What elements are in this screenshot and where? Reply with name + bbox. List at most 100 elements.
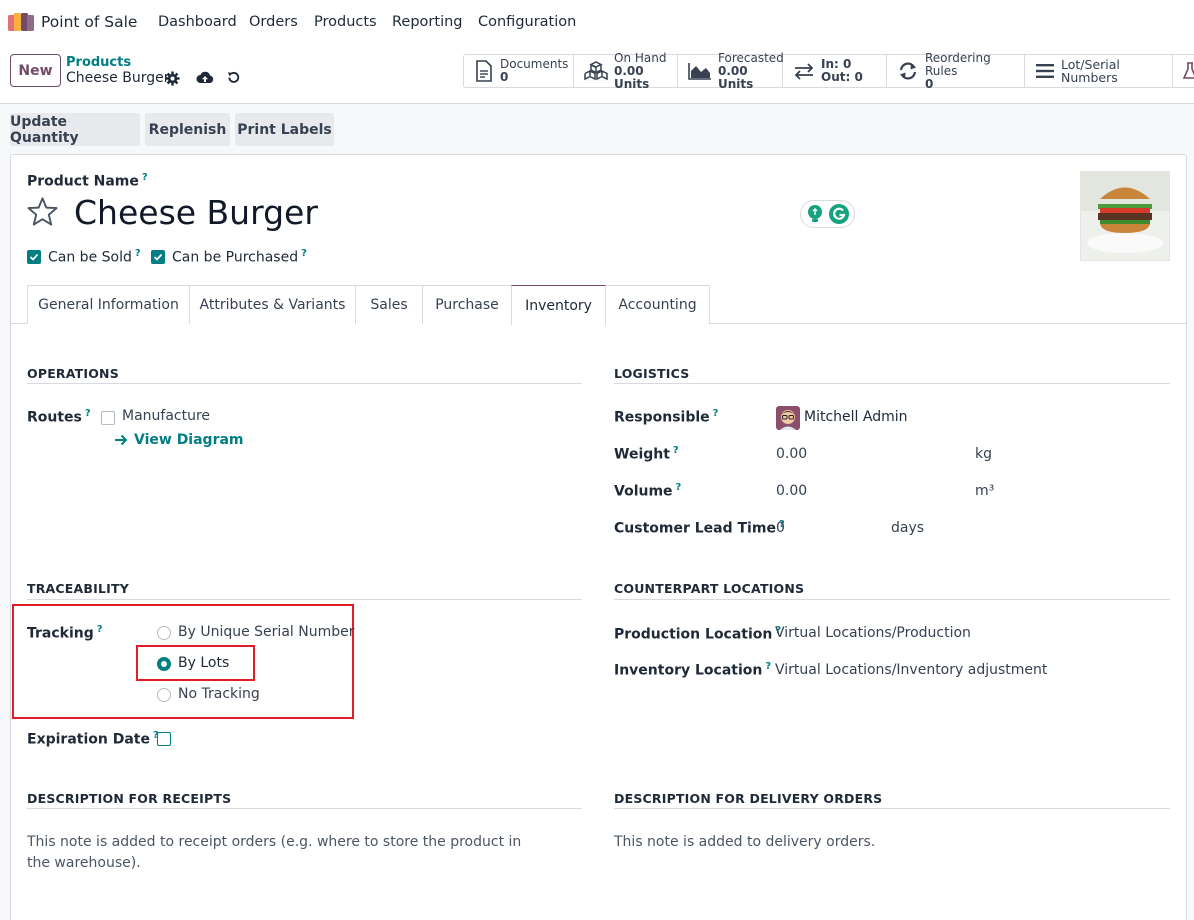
volume-label: Volume? — [614, 482, 682, 500]
production-location-label: Production Location? — [614, 625, 782, 643]
area-chart-icon — [688, 63, 711, 80]
app-name[interactable]: Point of Sale — [41, 13, 137, 31]
inventory-location-value[interactable]: Virtual Locations/Inventory adjustment — [775, 662, 1047, 678]
counterpart-section-title: COUNTERPART LOCATIONS — [614, 581, 805, 596]
receipts-description-field[interactable]: This note is added to receipt orders (e.… — [27, 832, 547, 874]
checkmark-icon — [29, 253, 39, 261]
help-icon: ? — [765, 661, 772, 672]
expiration-date-checkbox[interactable] — [157, 732, 171, 746]
checkmark-icon — [153, 253, 163, 261]
arrow-right-icon — [115, 434, 128, 446]
tab-sales[interactable]: Sales — [355, 285, 423, 324]
delivery-description-field[interactable]: This note is added to delivery orders. — [614, 832, 1154, 853]
tab-accounting[interactable]: Accounting — [605, 285, 710, 324]
on-hand-smart-button[interactable]: On Hand 0.00 Units — [574, 51, 678, 91]
stat-value: 0 — [500, 70, 509, 84]
receipts-description-title: DESCRIPTION FOR RECEIPTS — [27, 791, 232, 806]
help-icon: ? — [672, 445, 679, 456]
volume-unit: m³ — [975, 483, 995, 499]
stat-value: 0.00 Units — [614, 63, 650, 91]
tab-purchase[interactable]: Purchase — [422, 285, 512, 324]
responsible-value[interactable]: Mitchell Admin — [804, 409, 908, 425]
section-divider — [614, 383, 1170, 384]
section-divider — [614, 599, 1170, 600]
weight-unit: kg — [975, 446, 992, 462]
in-out-smart-button[interactable]: In: 0 Out: 0 — [783, 54, 887, 88]
tracking-label: Tracking? — [27, 624, 103, 642]
delivery-description-title: DESCRIPTION FOR DELIVERY ORDERS — [614, 791, 883, 806]
tracking-none-label[interactable]: No Tracking — [178, 686, 260, 702]
forecasted-smart-button[interactable]: Forecasted 0.00 Units — [678, 51, 784, 90]
help-icon: ? — [675, 482, 682, 493]
customer-lead-time-input[interactable]: 0 — [776, 520, 785, 536]
favorite-star-icon[interactable] — [27, 196, 58, 226]
lot-serial-smart-button[interactable]: Lot/Serial Numbers — [1025, 54, 1173, 88]
stat-label: Lot/Serial Numbers — [1061, 57, 1120, 85]
documents-smart-button[interactable]: Documents 0 — [463, 54, 574, 88]
nav-orders[interactable]: Orders — [249, 14, 298, 30]
help-icon: ? — [712, 408, 719, 419]
manufacture-label: Manufacture — [122, 408, 211, 424]
can-be-sold-checkbox[interactable] — [27, 250, 41, 264]
tab-inventory[interactable]: Inventory — [511, 285, 606, 325]
tracking-none-radio[interactable] — [157, 688, 171, 702]
section-divider — [27, 383, 582, 384]
more-smart-button[interactable] — [1173, 54, 1194, 88]
tracking-serial-radio[interactable] — [157, 626, 171, 640]
responsible-label: Responsible? — [614, 408, 719, 426]
cubes-icon — [584, 61, 608, 81]
gear-icon[interactable] — [165, 71, 180, 86]
help-icon: ? — [141, 172, 148, 183]
product-image[interactable] — [1080, 171, 1170, 261]
product-name-label: Product Name? — [27, 172, 148, 190]
weight-input[interactable]: 0.00 — [776, 446, 807, 462]
tracking-serial-label[interactable]: By Unique Serial Number — [178, 624, 354, 640]
help-icon: ? — [134, 248, 141, 259]
discard-undo-icon[interactable] — [226, 70, 241, 85]
section-divider — [614, 808, 1170, 809]
lightbulb-icon[interactable] — [807, 205, 823, 223]
expiration-date-label: Expiration Date? — [27, 730, 159, 748]
view-diagram-link[interactable]: View Diagram — [114, 432, 244, 448]
nav-products[interactable]: Products — [314, 14, 377, 30]
logistics-section-title: LOGISTICS — [614, 366, 690, 381]
help-icon: ? — [84, 408, 91, 419]
routes-label: Routes? — [27, 408, 91, 426]
section-divider — [27, 808, 582, 809]
update-quantity-button[interactable]: Update Quantity — [10, 113, 140, 146]
bars-icon — [1036, 64, 1054, 78]
tab-general-information[interactable]: General Information — [27, 285, 190, 324]
nav-dashboard[interactable]: Dashboard — [158, 14, 237, 30]
volume-input[interactable]: 0.00 — [776, 483, 807, 499]
weight-label: Weight? — [614, 445, 679, 463]
nav-reporting[interactable]: Reporting — [392, 14, 463, 30]
reordering-rules-smart-button[interactable]: Reordering Rules 0 — [887, 51, 1025, 91]
replenish-button[interactable]: Replenish — [145, 113, 230, 146]
help-icon: ? — [301, 248, 307, 259]
print-labels-button[interactable]: Print Labels — [235, 113, 334, 146]
tracking-lots-radio[interactable] — [157, 657, 171, 671]
lead-time-unit: days — [891, 520, 925, 536]
customer-lead-time-label: Customer Lead Time? — [614, 519, 785, 537]
product-name-field[interactable]: Cheese Burger — [74, 193, 318, 232]
new-button[interactable]: New — [10, 54, 61, 87]
nav-configuration[interactable]: Configuration — [478, 14, 576, 30]
refresh-icon — [899, 62, 917, 80]
pos-app-logo-icon[interactable] — [8, 12, 34, 32]
production-location-value[interactable]: Virtual Locations/Production — [775, 625, 971, 641]
writing-assistant-widget[interactable] — [800, 200, 855, 228]
tracking-lots-label[interactable]: By Lots — [178, 655, 229, 671]
breadcrumb-parent[interactable]: Products — [66, 55, 131, 70]
top-navbar: Point of Sale Dashboard Orders Products … — [0, 0, 1194, 46]
can-be-purchased-checkbox[interactable] — [151, 250, 165, 264]
breadcrumb-current: Cheese Burger — [66, 70, 170, 86]
grammarly-icon[interactable] — [828, 204, 849, 224]
stat-label: Documents — [500, 57, 569, 71]
can-be-sold-label: Can be Sold? — [48, 248, 141, 266]
manufacture-checkbox[interactable] — [101, 411, 115, 425]
operations-section-title: OPERATIONS — [27, 366, 119, 381]
stat-value: 0 — [925, 76, 934, 91]
cloud-upload-icon[interactable] — [196, 70, 214, 86]
tab-attributes-variants[interactable]: Attributes & Variants — [189, 285, 356, 324]
avatar[interactable] — [776, 406, 800, 430]
